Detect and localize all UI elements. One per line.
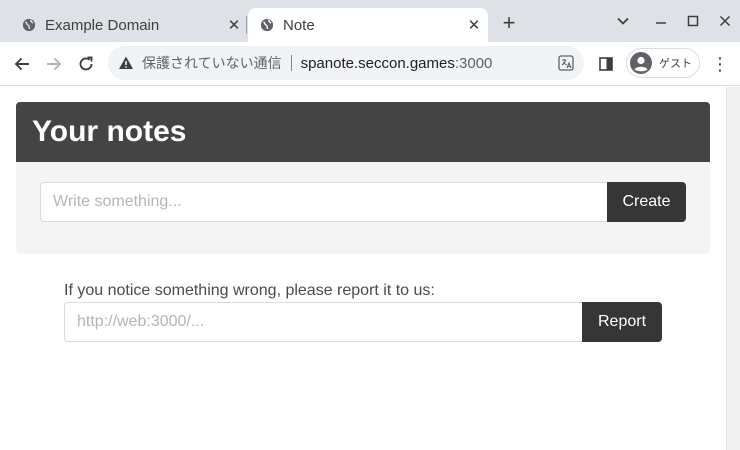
address-divider bbox=[290, 55, 292, 71]
new-tab-button[interactable]: + bbox=[498, 10, 520, 35]
tab-strip: Example Domain ✕ Note ✕ + bbox=[0, 0, 740, 42]
note-form: Create bbox=[40, 182, 686, 222]
arrow-left-icon bbox=[14, 57, 29, 71]
tab-search-button[interactable] bbox=[612, 10, 634, 32]
page-title: Your notes bbox=[32, 115, 187, 148]
maximize-icon bbox=[687, 15, 699, 27]
address-bar[interactable]: 保護されていない通信 spanote.seccon.games :3000 bbox=[108, 46, 584, 80]
report-url-input[interactable] bbox=[64, 302, 582, 342]
maximize-button[interactable] bbox=[682, 10, 704, 32]
profile-button[interactable]: ゲスト bbox=[626, 48, 700, 78]
tab-note[interactable]: Note ✕ bbox=[248, 8, 488, 42]
minimize-button[interactable] bbox=[650, 10, 672, 32]
tab-divider bbox=[246, 16, 247, 34]
close-window-button[interactable] bbox=[714, 10, 736, 32]
side-panel-icon bbox=[599, 57, 613, 71]
browser-toolbar: 保護されていない通信 spanote.seccon.games :3000 ゲス… bbox=[0, 42, 740, 86]
avatar-icon bbox=[630, 52, 652, 74]
warning-icon bbox=[119, 56, 133, 69]
report-instructions: If you notice something wrong, please re… bbox=[64, 282, 435, 299]
notes-header: Your notes bbox=[16, 102, 710, 162]
page-content: Your notes Create If you notice somethin… bbox=[0, 87, 726, 450]
translate-icon[interactable] bbox=[558, 55, 574, 71]
side-panel-button[interactable] bbox=[594, 52, 618, 76]
url-host: spanote.seccon.games bbox=[300, 54, 455, 72]
minimize-icon bbox=[656, 22, 666, 24]
close-tab-icon[interactable]: ✕ bbox=[466, 17, 482, 34]
profile-label: ゲスト bbox=[659, 58, 692, 70]
report-section: If you notice something wrong, please re… bbox=[64, 281, 662, 342]
create-button[interactable]: Create bbox=[607, 182, 686, 222]
note-input[interactable] bbox=[40, 182, 607, 222]
tab-title: Note bbox=[283, 16, 315, 34]
globe-icon bbox=[22, 18, 36, 32]
arrow-right-icon bbox=[47, 57, 62, 71]
menu-button[interactable]: ⋮ bbox=[708, 52, 732, 76]
reload-icon bbox=[79, 56, 93, 71]
tab-example-domain[interactable]: Example Domain ✕ bbox=[0, 8, 248, 42]
back-button[interactable] bbox=[10, 52, 34, 76]
globe-icon bbox=[260, 18, 274, 32]
tab-title: Example Domain bbox=[45, 16, 160, 34]
url-port: :3000 bbox=[454, 54, 493, 72]
report-button[interactable]: Report bbox=[582, 302, 662, 342]
page-scrollbar[interactable] bbox=[726, 87, 740, 450]
close-tab-icon[interactable]: ✕ bbox=[226, 17, 242, 34]
close-icon bbox=[719, 15, 731, 27]
more-vert-icon: ⋮ bbox=[711, 53, 729, 74]
report-form: Report bbox=[64, 302, 662, 342]
reload-button[interactable] bbox=[74, 52, 98, 76]
security-status[interactable]: 保護されていない通信 bbox=[142, 53, 282, 73]
chevron-down-icon bbox=[617, 17, 629, 25]
forward-button[interactable] bbox=[42, 52, 66, 76]
notes-card: Your notes Create bbox=[16, 102, 710, 254]
